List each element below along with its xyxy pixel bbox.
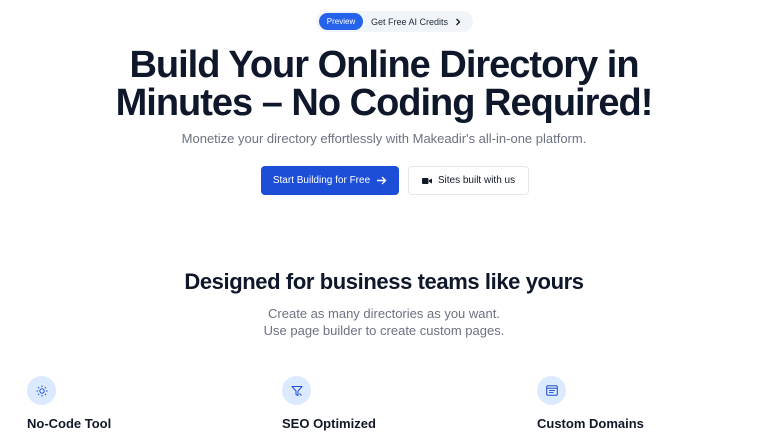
section-heading: Designed for business teams like yours xyxy=(184,269,584,294)
hero-headline-line2: Minutes – No Coding Required! xyxy=(115,82,654,124)
feature-custom-domains: Custom Domains xyxy=(537,376,644,431)
browser-icon xyxy=(537,376,566,405)
arrow-right-icon xyxy=(376,175,387,186)
announcement-text: Get Free AI Credits xyxy=(371,16,449,27)
feature-no-code: No-Code Tool xyxy=(27,376,111,431)
feature-title: SEO Optimized xyxy=(282,416,376,431)
hero-headline: Build Your Online Directory in Minutes –… xyxy=(0,46,768,122)
start-building-label: Start Building for Free xyxy=(272,175,371,186)
section-subtext-line1: Create as many directories as you want. xyxy=(268,306,500,321)
sites-built-button[interactable]: Sites built with us xyxy=(408,166,529,195)
start-building-button[interactable]: Start Building for Free xyxy=(261,166,399,195)
chevron-right-icon xyxy=(454,18,462,26)
feature-seo: SEO Optimized xyxy=(282,376,376,431)
sites-built-label: Sites built with us xyxy=(437,175,516,186)
funnel-icon xyxy=(282,376,311,405)
announcement-badge[interactable]: Preview Get Free AI Credits xyxy=(316,11,473,32)
feature-title: Custom Domains xyxy=(537,416,644,431)
hero-subheadline: Monetize your directory effortlessly wit… xyxy=(181,131,587,146)
section-subtext: Create as many directories as you want. … xyxy=(0,305,768,339)
hero-headline-line1: Build Your Online Directory in xyxy=(129,44,639,86)
video-icon xyxy=(421,177,432,185)
feature-title: No-Code Tool xyxy=(27,416,112,431)
sun-icon xyxy=(27,376,56,405)
preview-badge: Preview xyxy=(319,13,363,30)
section-subtext-line2: Use page builder to create custom pages. xyxy=(263,323,505,338)
